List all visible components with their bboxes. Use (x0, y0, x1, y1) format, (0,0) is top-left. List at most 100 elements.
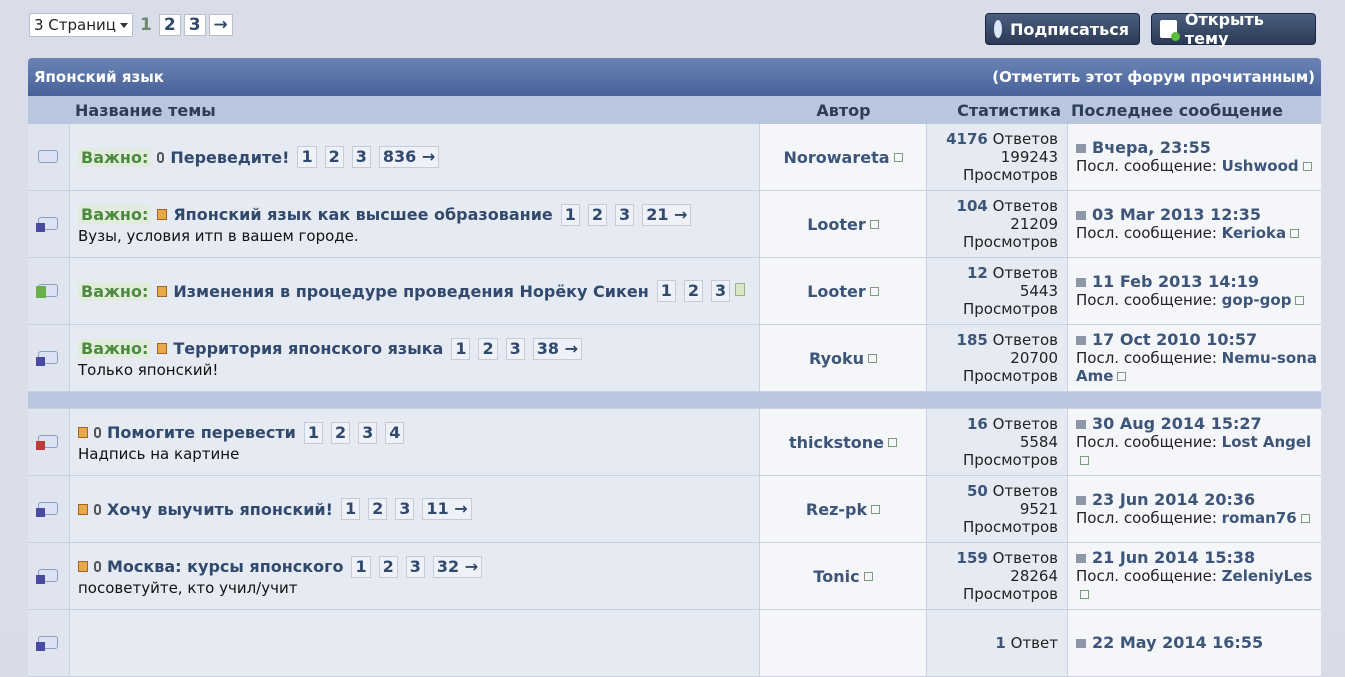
page-link-2[interactable]: 2 (158, 14, 181, 36)
topic-page-link[interactable]: 1 (340, 498, 361, 520)
topic-page-link[interactable]: 2 (331, 421, 351, 444)
profile-link-icon[interactable] (1295, 296, 1305, 305)
topic-page-link[interactable]: 3 (615, 203, 635, 226)
go-to-last-icon[interactable] (1076, 420, 1086, 429)
new-topic-button[interactable]: Открыть тему (1151, 10, 1316, 48)
topic-author-link[interactable]: Tonic (813, 567, 859, 586)
mark-read-link[interactable]: (Отметить этот форум прочитанным) (992, 68, 1315, 86)
last-post-date[interactable]: 30 Aug 2014 15:27 (1092, 414, 1262, 433)
topic-page-link[interactable]: 3 (405, 555, 425, 578)
go-to-last-icon[interactable] (1076, 211, 1086, 220)
topic-page-link[interactable]: 3 (711, 280, 731, 302)
last-post-date[interactable]: 22 May 2014 16:55 (1092, 633, 1263, 652)
topic-author-link[interactable]: Ryoku (809, 349, 864, 368)
go-to-last-icon[interactable] (1076, 496, 1086, 505)
closed-icon (35, 441, 45, 450)
next-page-link[interactable]: → (208, 14, 233, 36)
last-post-date[interactable]: 03 Mar 2013 12:35 (1092, 205, 1261, 224)
profile-link-icon[interactable] (1080, 590, 1089, 599)
topic-page-link[interactable]: 3 (505, 337, 525, 360)
profile-link-icon[interactable] (893, 152, 903, 162)
last-post-date[interactable]: Вчера, 23:55 (1092, 138, 1211, 157)
last-post-user-link[interactable]: Kerioka (1222, 224, 1286, 242)
topic-page-link[interactable]: 38 → (532, 337, 583, 360)
profile-link-icon[interactable] (868, 353, 878, 363)
profile-link-icon[interactable] (869, 219, 879, 229)
topic-stats-cell: 50 Ответов 9521 Просмотров (927, 476, 1068, 542)
topic-title-link[interactable]: Изменения в процедуре проведения Норёку … (173, 282, 648, 301)
profile-link-icon[interactable] (1117, 372, 1127, 381)
profile-link-icon[interactable] (871, 504, 881, 514)
subscribe-button[interactable]: Подписаться (985, 13, 1140, 45)
topic-title-link[interactable]: Хочу выучить японский! (107, 500, 333, 519)
topic-page-link[interactable]: 2 (683, 280, 704, 302)
important-label: Важно: (78, 205, 152, 224)
topic-page-link[interactable]: 21 → (642, 203, 692, 226)
last-post-user-link[interactable]: roman76 (1222, 509, 1297, 527)
last-post-date-line: 23 Jun 2014 20:36 (1076, 491, 1321, 509)
topic-page-link[interactable]: 836 → (378, 146, 440, 168)
rss-icon (994, 20, 1002, 38)
last-post-user-link[interactable]: Ushwood (1222, 157, 1299, 175)
last-post-date[interactable]: 23 Jun 2014 20:36 (1092, 490, 1255, 509)
last-post-user-link[interactable]: ZeleniyLes (1222, 567, 1313, 585)
last-post-user-link[interactable]: gop-gop (1222, 291, 1292, 309)
go-to-last-icon[interactable] (1076, 278, 1086, 287)
last-post-user-link[interactable]: Lost Angel (1222, 433, 1312, 451)
topic-page-link[interactable]: 1 (560, 203, 580, 226)
topic-author-link[interactable]: Looter (807, 215, 866, 234)
profile-link-icon[interactable] (1080, 456, 1089, 465)
profile-link-icon[interactable] (869, 286, 879, 296)
topic-row: 1 Ответ 22 May 2014 16:55 (28, 610, 1321, 677)
topic-page-link[interactable]: 32 → (432, 555, 483, 578)
topic-author-link[interactable]: Looter (807, 282, 866, 301)
profile-link-icon[interactable] (1302, 162, 1312, 171)
last-post-date[interactable]: 11 Feb 2013 14:19 (1092, 272, 1259, 291)
go-to-last-icon[interactable] (1076, 144, 1086, 153)
topic-page-link[interactable]: 2 (324, 146, 344, 168)
plus-icon (35, 575, 45, 584)
topic-author-link[interactable]: Norowareta (783, 148, 889, 167)
topic-page-link[interactable]: 1 (656, 280, 676, 302)
last-post-date[interactable]: 21 Jun 2014 15:38 (1092, 548, 1255, 567)
topic-page-link[interactable]: 1 (303, 421, 324, 444)
col-stats[interactable]: Статистика (927, 101, 1067, 120)
col-title[interactable]: Название темы (70, 101, 760, 120)
topic-page-link[interactable]: 1 (351, 555, 371, 578)
replies-line: 159 Ответов (957, 549, 1058, 567)
profile-link-icon[interactable] (1300, 514, 1310, 523)
pages-dropdown[interactable]: 3 Страниц (29, 13, 134, 37)
col-author[interactable]: Автор (760, 101, 927, 120)
topic-description: Вузы, условия итп в вашем городе. (78, 226, 359, 245)
topic-author-link[interactable]: thickstone (789, 433, 884, 452)
topic-page-link[interactable]: 2 (368, 498, 388, 520)
replies-label: Ответов (992, 130, 1058, 148)
topic-page-link[interactable]: 3 (351, 146, 371, 168)
topic-title-link[interactable]: Переведите! (170, 148, 289, 167)
go-to-last-icon[interactable] (1076, 639, 1086, 648)
profile-link-icon[interactable] (1290, 229, 1300, 238)
topic-title-link[interactable]: Помогите перевести (107, 423, 296, 442)
page-link-3[interactable]: 3 (183, 14, 206, 36)
topic-author-link[interactable]: Rez-pk (806, 500, 867, 519)
profile-link-icon[interactable] (863, 571, 873, 581)
topic-page-link[interactable]: 4 (385, 421, 405, 444)
go-to-last-icon[interactable] (1076, 336, 1086, 345)
topic-title-line: Важно: Изменения в процедуре проведения Н… (78, 280, 751, 302)
topic-page-link[interactable]: 2 (378, 555, 398, 578)
topic-page-link[interactable]: 1 (451, 337, 471, 360)
topic-title-link[interactable]: Территория японского языка (173, 339, 443, 358)
topic-title-link[interactable]: Японский язык как высшее образование (173, 205, 552, 224)
last-post-date[interactable]: 17 Oct 2010 10:57 (1092, 330, 1257, 349)
topic-page-link[interactable]: 3 (358, 421, 378, 444)
topic-page-link[interactable]: 1 (297, 146, 317, 168)
profile-link-icon[interactable] (888, 437, 898, 447)
topic-page-link[interactable]: 2 (587, 203, 608, 226)
topic-title-link[interactable]: Москва: курсы японского (107, 557, 343, 576)
topic-page-link[interactable]: 2 (478, 337, 498, 360)
topic-page-link[interactable]: 3 (395, 498, 415, 520)
topic-page-link[interactable]: 11 → (422, 498, 472, 520)
col-last-post[interactable]: Последнее сообщение (1067, 101, 1321, 120)
topic-status-icon (35, 349, 60, 367)
go-to-last-icon[interactable] (1076, 554, 1086, 563)
